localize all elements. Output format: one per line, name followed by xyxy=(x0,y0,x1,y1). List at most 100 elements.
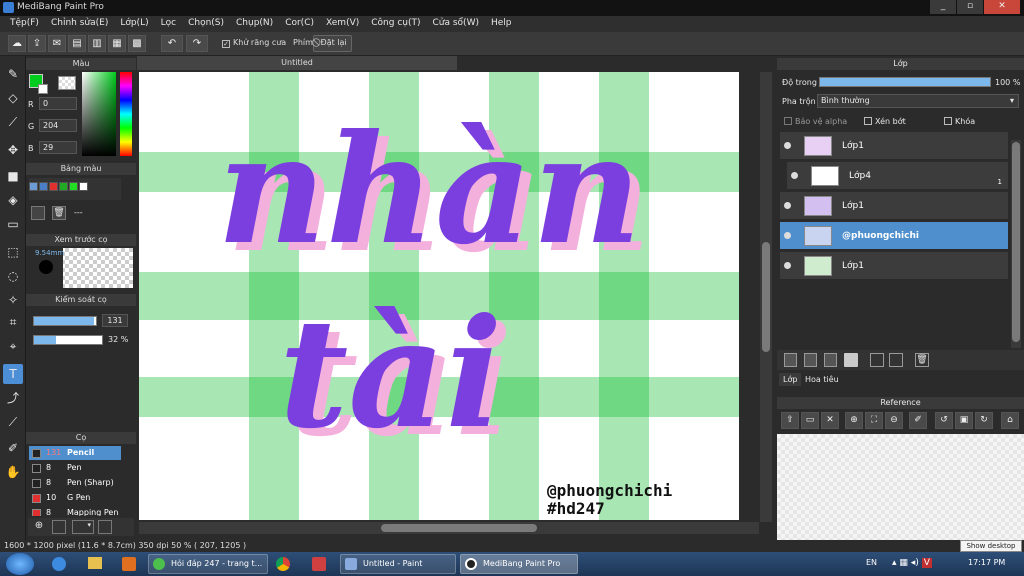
menu-select[interactable]: Chọn(S) xyxy=(182,16,230,32)
saturation-value-picker[interactable] xyxy=(82,72,116,156)
new-halftone-layer-icon[interactable] xyxy=(804,353,817,367)
clipping-checkbox[interactable]: Xén bớt xyxy=(864,117,906,126)
redo-icon[interactable]: ↷ xyxy=(186,35,208,52)
cloud-icon[interactable]: ☁ xyxy=(8,35,26,52)
lasso-tool-icon[interactable]: ◌ xyxy=(3,266,23,286)
eye-icon[interactable] xyxy=(784,262,791,269)
hand-tool-icon[interactable]: ✋ xyxy=(3,462,23,482)
layer-row[interactable]: @phuongchichi xyxy=(780,222,1008,250)
divide-tool-icon[interactable]: ⟋ xyxy=(3,412,23,432)
arrow-up-icon[interactable]: ▴ xyxy=(892,558,897,568)
add-brush-icon[interactable]: ⊕ xyxy=(32,520,46,534)
menu-view[interactable]: Xem(V) xyxy=(320,16,365,32)
operation-tool-icon[interactable]: ⤴ xyxy=(3,388,23,408)
menu-filter[interactable]: Lọc xyxy=(155,16,182,32)
brush-item[interactable]: 8 Mapping Pen xyxy=(29,506,121,516)
move-tool-icon[interactable]: ✥ xyxy=(3,140,23,160)
reference-cloud-icon[interactable]: ⇧ xyxy=(781,412,799,429)
folder-icon[interactable] xyxy=(844,353,858,367)
palette-swatch[interactable] xyxy=(69,182,78,191)
bucket-tool-icon[interactable]: ◈ xyxy=(3,190,23,210)
layer-opacity-slider[interactable] xyxy=(819,77,991,87)
brush-size-value[interactable]: 131 xyxy=(102,314,128,327)
eye-icon[interactable] xyxy=(784,232,791,239)
transparent-color[interactable] xyxy=(58,76,76,90)
layer-row[interactable]: Lớp1 xyxy=(780,132,1008,160)
layer-scroll-thumb[interactable] xyxy=(1012,142,1020,342)
tab-layers[interactable]: Lớp xyxy=(779,373,802,386)
vertical-scroll-thumb[interactable] xyxy=(762,242,770,352)
clock[interactable]: 17:17 PM xyxy=(968,558,1005,567)
eye-icon[interactable] xyxy=(784,142,791,149)
g-field[interactable]: 204 xyxy=(39,119,77,132)
explorer-icon[interactable] xyxy=(88,557,102,569)
blend-mode-select[interactable]: Bình thường ▾ xyxy=(817,94,1019,108)
comment-icon[interactable]: ✉ xyxy=(48,35,66,52)
ie-icon[interactable] xyxy=(52,557,66,571)
fit-icon[interactable]: ⛶ xyxy=(865,412,883,429)
menu-capture[interactable]: Chụp(N) xyxy=(230,16,279,32)
vertical-scrollbar[interactable] xyxy=(760,72,772,522)
brush-tool-icon[interactable]: ✎ xyxy=(3,64,23,84)
menu-help[interactable]: Help xyxy=(485,16,518,32)
palette-swatch[interactable] xyxy=(29,182,38,191)
volume-icon[interactable]: ◂) xyxy=(911,558,919,568)
menu-color[interactable]: Cor(C) xyxy=(279,16,320,32)
magic-wand-tool-icon[interactable]: ✧ xyxy=(3,290,23,310)
taskbar-item-browser[interactable]: Hỏi đáp 247 - trang t... xyxy=(148,554,268,574)
start-button[interactable] xyxy=(6,553,34,575)
antivirus-icon[interactable]: V xyxy=(921,558,932,568)
trash-icon[interactable]: 🗑 xyxy=(52,206,66,220)
menu-tools[interactable]: Công cụ(T) xyxy=(365,16,426,32)
reference-close-icon[interactable]: ✕ xyxy=(821,412,839,429)
horizontal-scrollbar[interactable] xyxy=(139,522,759,534)
tab-navigator[interactable]: Hoa tiêu xyxy=(801,375,843,384)
layer-scrollbar[interactable] xyxy=(1011,140,1021,348)
taskbar-item-paint[interactable]: Untitled - Paint xyxy=(340,554,456,574)
new-layer-icon[interactable] xyxy=(784,353,797,367)
eyedropper-icon[interactable]: ✐ xyxy=(909,412,927,429)
undo-icon[interactable]: ↶ xyxy=(161,35,183,52)
select-eraser-tool-icon[interactable]: ⌖ xyxy=(3,336,23,356)
gradient-tool-icon[interactable]: ▭ xyxy=(3,214,23,234)
menu-file[interactable]: Tệp(F) xyxy=(4,16,45,32)
minimize-button[interactable]: _ xyxy=(930,0,956,14)
brush-item[interactable]: 8 Pen xyxy=(29,461,121,475)
brush-size-slider[interactable] xyxy=(33,316,97,326)
zoom-out-icon[interactable]: ⊖ xyxy=(885,412,903,429)
layer-row[interactable]: Lớp4 1 xyxy=(787,162,1008,190)
pin-icon[interactable]: ⌂ xyxy=(1001,412,1019,429)
text-tool-icon[interactable]: T xyxy=(3,364,23,384)
layer-row[interactable]: Lớp1 xyxy=(780,252,1008,280)
hue-slider[interactable] xyxy=(120,72,132,156)
media-player-icon[interactable] xyxy=(122,557,136,571)
palette-swatch[interactable] xyxy=(39,182,48,191)
network-icon[interactable]: ▦ xyxy=(899,558,908,568)
select-pen-tool-icon[interactable]: ⌗ xyxy=(3,312,23,332)
copy-brush-icon[interactable] xyxy=(52,520,66,534)
maximize-button[interactable]: ▫ xyxy=(957,0,983,14)
select-rect-tool-icon[interactable]: ⬚ xyxy=(3,242,23,262)
app-icon-red[interactable] xyxy=(312,557,326,571)
duplicate-layer-icon[interactable] xyxy=(870,353,884,367)
delete-layer-icon[interactable]: 🗑 xyxy=(915,353,929,367)
brush-item[interactable]: 10 G Pen xyxy=(29,491,121,505)
brush-item[interactable]: 8 Pen (Sharp) xyxy=(29,476,121,490)
close-button[interactable]: ✕ xyxy=(984,0,1020,14)
zoom-in-icon[interactable]: ⊕ xyxy=(845,412,863,429)
rotate-right-icon[interactable]: ↻ xyxy=(975,412,993,429)
palette-swatch[interactable] xyxy=(49,182,58,191)
eraser-tool-icon[interactable]: ◇ xyxy=(3,88,23,108)
rotate-left-icon[interactable]: ↺ xyxy=(935,412,953,429)
document-icon[interactable]: ▤ xyxy=(68,35,86,52)
reset-button[interactable]: ⃠ Đặt lại xyxy=(313,35,352,52)
fit-window-icon[interactable]: ▣ xyxy=(955,412,973,429)
eyedropper-tool-icon[interactable]: ✐ xyxy=(3,438,23,458)
brush-opacity-slider[interactable] xyxy=(33,335,103,345)
protect-alpha-checkbox[interactable]: Bảo vệ alpha xyxy=(784,117,847,126)
b-field[interactable]: 29 xyxy=(39,141,77,154)
brush-item[interactable]: 131 Pencil xyxy=(29,446,121,460)
lock-checkbox[interactable]: Khóa xyxy=(944,117,975,126)
palette-swatch[interactable] xyxy=(79,182,88,191)
fill-rect-tool-icon[interactable]: ■ xyxy=(3,166,23,186)
